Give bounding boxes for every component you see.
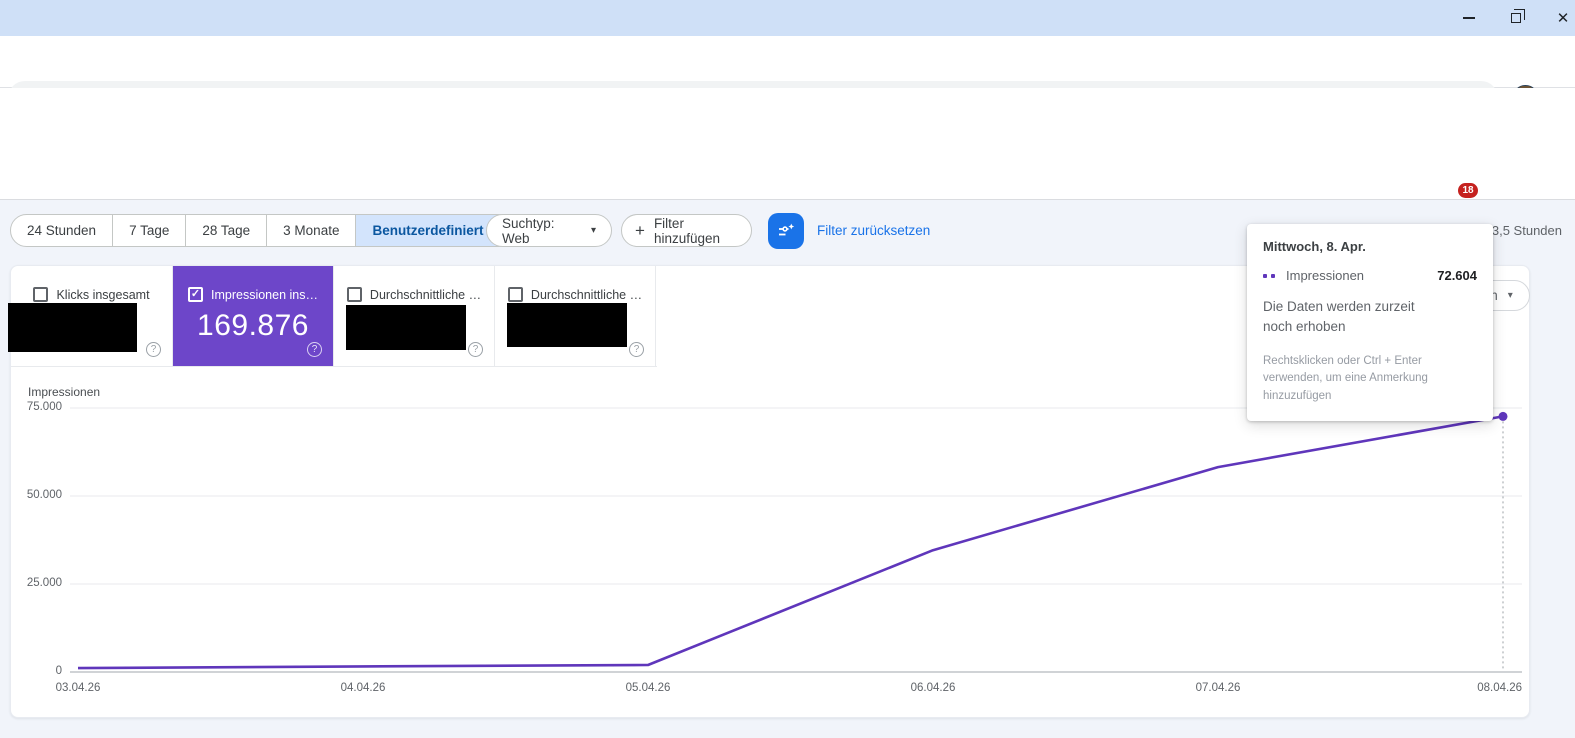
chip-24-hours[interactable]: 24 Stunden [10, 214, 113, 247]
redaction-box [507, 303, 627, 347]
tooltip-note: Die Daten werden zurzeit noch erhoben [1263, 297, 1428, 338]
notification-count-badge: 18 [1458, 183, 1478, 198]
metric-label: Klicks insgesamt [56, 288, 149, 302]
add-filter-label: Filter hinzufügen [654, 216, 736, 246]
help-icon[interactable]: ? [146, 342, 161, 357]
chip-7-days[interactable]: 7 Tage [112, 214, 186, 247]
metric-label: Durchschnittliche … [531, 288, 642, 302]
chart-tooltip: Mittwoch, 8. Apr. Impressionen 72.604 Di… [1247, 224, 1493, 421]
add-filter-chip[interactable]: + Filter hinzufügen [621, 214, 752, 247]
metric-label: Durchschnittliche … [370, 288, 481, 302]
tooltip-series-label: Impressionen [1286, 268, 1364, 283]
help-icon[interactable]: ? [629, 342, 644, 357]
minimize-icon [1463, 17, 1475, 19]
impressions-series-marker-icon [1263, 274, 1275, 278]
reset-filters-link[interactable]: Filter zurücksetzen [817, 214, 930, 248]
chip-28-days[interactable]: 28 Tage [185, 214, 267, 247]
date-range-chip-group: 24 Stunden 7 Tage 28 Tage 3 Monate Benut… [10, 214, 515, 247]
restore-button[interactable] [1493, 0, 1539, 36]
search-type-chip[interactable]: Suchtyp: Web ▾ [486, 214, 612, 247]
tooltip-annotation-hint: Rechtsklicken oder Ctrl + Enter verwende… [1263, 353, 1477, 406]
page-header: Leistung EXPORTIEREN [0, 142, 1575, 200]
impressions-total-value: 169.876 [173, 309, 333, 343]
filter-sparkle-icon [776, 221, 796, 241]
tooltip-date: Mittwoch, 8. Apr. [1263, 239, 1477, 254]
checkbox-avg-position[interactable] [508, 287, 523, 302]
redaction-box [346, 305, 466, 350]
chart-plot-area[interactable] [70, 400, 1522, 672]
minimize-button[interactable] [1446, 0, 1492, 36]
chart-y-axis-title: Impressionen [28, 385, 100, 399]
browser-toolbar: onsole/performance/search-analytics?reso… [0, 36, 1575, 88]
metric-label: Impressionen ins… [211, 288, 318, 302]
chevron-down-icon: ▾ [591, 225, 596, 236]
chip-3-months[interactable]: 3 Monate [266, 214, 356, 247]
search-type-label: Suchtyp: Web [502, 216, 582, 246]
close-button[interactable]: ✕ [1540, 0, 1575, 36]
metric-card-impressions[interactable]: ✓ Impressionen ins… 169.876 ? [173, 266, 334, 366]
chip-custom-label: Benutzerdefiniert [372, 215, 483, 246]
search-console-header: Jede URL in "https://www.meerbilder.com/… [0, 88, 1575, 142]
smart-filter-button[interactable] [768, 213, 804, 249]
checkbox-avg-ctr[interactable] [347, 287, 362, 302]
tooltip-value: 72.604 [1437, 268, 1477, 283]
checkbox-clicks[interactable] [33, 287, 48, 302]
restore-icon [1511, 13, 1521, 23]
window-titlebar: ✕ [0, 0, 1575, 36]
close-icon: ✕ [1557, 9, 1570, 27]
help-icon[interactable]: ? [468, 342, 483, 357]
plus-icon: + [635, 221, 645, 241]
redaction-box [8, 303, 137, 352]
chevron-down-icon: ▾ [1508, 290, 1513, 301]
help-icon[interactable]: ? [307, 342, 322, 357]
checkbox-impressions[interactable]: ✓ [188, 287, 203, 302]
